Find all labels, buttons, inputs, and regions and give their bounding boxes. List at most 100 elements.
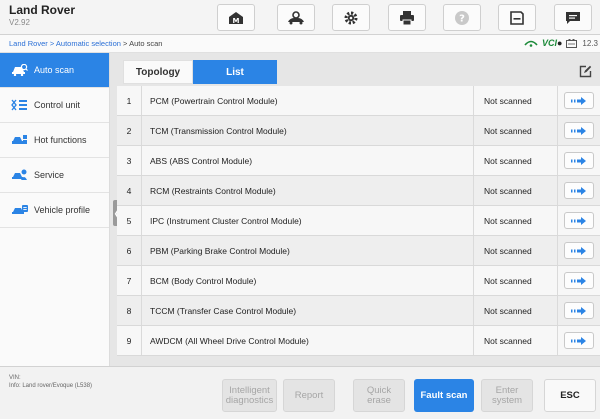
enter-module-button[interactable] (564, 122, 594, 139)
table-row[interactable]: 7 BCM (Body Control Module) Not scanned (117, 266, 600, 296)
sidebar-item-service[interactable]: Service (0, 158, 109, 193)
report-button[interactable]: Report (283, 379, 335, 412)
connection-status: VCI● 12.3 (524, 38, 598, 48)
scan-status: Not scanned (473, 326, 557, 355)
scan-status: Not scanned (473, 296, 557, 325)
settings-button[interactable] (332, 4, 370, 31)
sidebar-item-label: Hot functions (34, 135, 87, 145)
scan-status: Not scanned (473, 266, 557, 295)
battery-voltage: 12.3 (582, 38, 598, 48)
brand: Land Rover V2.92 (9, 3, 75, 28)
message-button[interactable] (554, 4, 592, 31)
row-number: 7 (126, 275, 132, 286)
vci-text: VCI (541, 38, 557, 48)
service-icon (11, 169, 28, 182)
button-label-line1: Intelligent (229, 384, 270, 396)
arrow-right-icon (571, 276, 586, 285)
table-row[interactable]: 5 IPC (Instrument Cluster Control Module… (117, 206, 600, 236)
breadcrumb-separator: > (120, 39, 130, 48)
module-name: BCM (Body Control Module) (141, 266, 473, 295)
scan-status: Not scanned (473, 176, 557, 205)
table-row[interactable]: 4 RCM (Restraints Control Module) Not sc… (117, 176, 600, 206)
table-row[interactable]: 1 PCM (Powertrain Control Module) Not sc… (117, 86, 600, 116)
svg-text:?: ? (459, 13, 465, 24)
sidebar-item-label: Control unit (34, 100, 81, 110)
module-name: IPC (Instrument Cluster Control Module) (141, 206, 473, 235)
scan-status: Not scanned (473, 236, 557, 265)
arrow-right-icon (571, 96, 586, 105)
svg-text:M: M (233, 17, 240, 25)
module-table: 1 PCM (Powertrain Control Module) Not sc… (117, 86, 600, 356)
enter-module-button[interactable] (564, 152, 594, 169)
module-name: ABS (ABS Control Module) (141, 146, 473, 175)
sidebar-item-label: Service (34, 170, 65, 180)
row-number: 8 (126, 305, 132, 316)
control-unit-icon (11, 99, 28, 112)
vci-signal-icon: ● (556, 38, 563, 48)
arrow-right-icon (571, 216, 586, 225)
esc-button[interactable]: ESC (544, 379, 596, 412)
module-name: TCCM (Transfer Case Control Module) (141, 296, 473, 325)
edit-button[interactable] (579, 65, 592, 83)
table-row[interactable]: 8 TCCM (Transfer Case Control Module) No… (117, 296, 600, 326)
enter-module-button[interactable] (564, 302, 594, 319)
button-label-line2: system (491, 394, 523, 406)
row-number: 6 (126, 245, 132, 256)
vehicle-service-icon (288, 10, 304, 24)
enter-module-button[interactable] (564, 332, 594, 349)
arrow-right-icon (571, 186, 586, 195)
module-name: PCM (Powertrain Control Module) (141, 86, 473, 115)
tab-topology[interactable]: Topology (123, 60, 193, 84)
sidebar-item-vehicle-profile[interactable]: Vehicle profile (0, 193, 109, 228)
enter-module-button[interactable] (564, 272, 594, 289)
sidebar-item-auto-scan[interactable]: Auto scan (0, 53, 109, 88)
table-row[interactable]: 9 AWDCM (All Wheel Drive Control Module)… (117, 326, 600, 356)
car-scan-icon (11, 64, 28, 77)
enter-module-button[interactable] (564, 182, 594, 199)
sidebar-item-hot-functions[interactable]: Hot functions (0, 123, 109, 158)
module-name: TCM (Transmission Control Module) (141, 116, 473, 145)
enter-system-button[interactable]: Enter system (481, 379, 533, 412)
sidebar: Auto scan Control unit Hot functions Ser… (0, 53, 110, 366)
top-toolbar: Land Rover V2.92 M ? (0, 0, 600, 35)
print-button[interactable] (388, 4, 426, 31)
help-icon: ? (455, 10, 469, 25)
scan-status: Not scanned (473, 146, 557, 175)
arrow-right-icon (571, 246, 586, 255)
help-button[interactable]: ? (443, 4, 481, 31)
module-name: AWDCM (All Wheel Drive Control Module) (141, 326, 473, 355)
edit-icon (579, 65, 592, 78)
vin-label: VIN: (9, 375, 21, 381)
sidebar-item-control-unit[interactable]: Control unit (0, 88, 109, 123)
vehicle-service-button[interactable] (277, 4, 315, 31)
intelligent-diagnostics-button[interactable]: Intelligent diagnostics (222, 379, 277, 412)
quick-erase-button[interactable]: Quick erase (353, 379, 405, 412)
breadcrumb-bar: Land Rover > Automatic selection > Auto … (0, 35, 600, 53)
row-number: 2 (126, 125, 132, 136)
message-icon (566, 11, 580, 24)
arrow-right-icon (571, 306, 586, 315)
enter-module-button[interactable] (564, 242, 594, 259)
table-row[interactable]: 6 PBM (Parking Brake Control Module) Not… (117, 236, 600, 266)
table-row[interactable]: 3 ABS (ABS Control Module) Not scanned (117, 146, 600, 176)
hot-functions-icon (11, 134, 28, 147)
button-label-line2: erase (367, 394, 391, 406)
save-button[interactable] (498, 4, 536, 31)
row-number: 5 (126, 215, 132, 226)
module-name: PBM (Parking Brake Control Module) (141, 236, 473, 265)
home-button[interactable]: M (217, 4, 255, 31)
app-version: V2.92 (9, 18, 30, 27)
arrow-right-icon (571, 156, 586, 165)
breadcrumb: Land Rover > Automatic selection > Auto … (9, 39, 162, 48)
enter-module-button[interactable] (564, 212, 594, 229)
tab-list[interactable]: List (193, 60, 277, 84)
breadcrumb-link[interactable]: Land Rover > Automatic selection (9, 39, 121, 48)
breadcrumb-current: Auto scan (129, 39, 163, 48)
home-icon: M (229, 11, 243, 25)
row-number: 4 (126, 185, 132, 196)
battery-icon (566, 38, 578, 48)
enter-module-button[interactable] (564, 92, 594, 109)
fault-scan-button[interactable]: Fault scan (414, 379, 474, 412)
table-row[interactable]: 2 TCM (Transmission Control Module) Not … (117, 116, 600, 146)
sidebar-item-label: Auto scan (34, 65, 75, 75)
